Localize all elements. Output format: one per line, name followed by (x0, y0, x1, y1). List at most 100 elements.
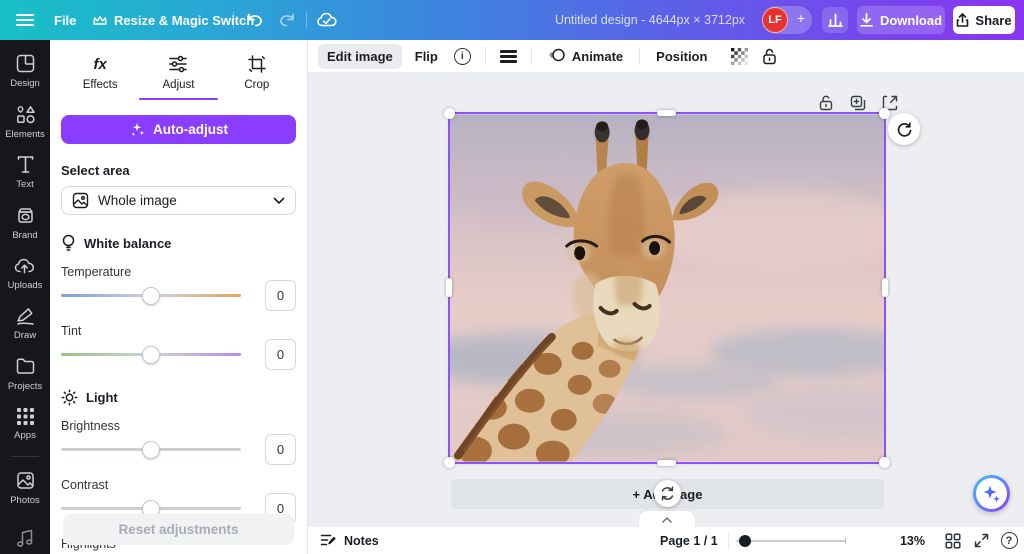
toolbar-divider (485, 47, 486, 65)
rotate-handle[interactable] (654, 480, 681, 507)
assistant-inner (976, 478, 1007, 509)
transparency-icon (731, 48, 748, 65)
resize-magic-switch-button[interactable]: Resize & Magic Switch (93, 0, 254, 40)
sidebar-item-projects[interactable]: Projects (0, 349, 50, 399)
resize-handle-bottom-left[interactable] (444, 457, 455, 468)
resize-handle-bottom[interactable] (657, 460, 676, 466)
white-balance-header: White balance (61, 234, 296, 252)
collapse-panel-tab[interactable] (639, 511, 695, 528)
sidebar-item-elements[interactable]: Elements (0, 96, 50, 146)
sidebar-item-draw[interactable]: Draw (0, 298, 50, 348)
brightness-value[interactable]: 0 (265, 434, 296, 465)
avatar[interactable]: LF (762, 7, 788, 33)
rotate-refresh-icon (896, 121, 913, 138)
add-member-button[interactable]: + (797, 10, 805, 26)
undo-button[interactable] (242, 8, 268, 32)
sidebar-item-audio[interactable] (0, 521, 50, 554)
sidebar-item-brand[interactable]: Brand (0, 197, 50, 247)
statusbar-divider (728, 532, 729, 549)
info-button[interactable]: i (447, 44, 478, 69)
grid-view-button[interactable] (942, 527, 964, 554)
magic-wand-icon (129, 122, 145, 138)
sidebar-item-text[interactable]: Text (0, 147, 50, 197)
tint-value[interactable]: 0 (265, 339, 296, 370)
resize-handle-bottom-right[interactable] (879, 457, 890, 468)
position-button[interactable]: Position (647, 44, 716, 69)
notes-button[interactable]: Notes (320, 527, 379, 554)
temperature-slider-handle[interactable] (142, 287, 160, 305)
selected-image-giraffe[interactable] (450, 114, 884, 462)
file-menu-button[interactable]: File (54, 0, 76, 40)
spacing-button[interactable] (493, 46, 524, 67)
regenerate-button[interactable] (888, 113, 920, 145)
panel-tabs: fx Effects Adjust Crop (61, 40, 296, 100)
sidebar-item-design[interactable]: Design (0, 46, 50, 96)
fullscreen-button[interactable] (970, 527, 992, 554)
canva-assistant-button[interactable] (973, 475, 1010, 512)
lock-button[interactable] (755, 44, 784, 69)
insights-button[interactable] (822, 7, 848, 33)
notes-icon (320, 533, 337, 548)
temperature-value[interactable]: 0 (265, 280, 296, 311)
resize-handle-top-left[interactable] (444, 108, 455, 119)
page-indicator[interactable]: Page 1 / 1 (660, 527, 718, 554)
select-area-label: Select area (61, 163, 296, 178)
download-button[interactable]: Download (857, 6, 945, 34)
resize-handle-top[interactable] (657, 110, 676, 116)
zoom-slider-knob[interactable] (739, 535, 751, 547)
brightness-slider-handle[interactable] (142, 441, 160, 459)
main-menu-button[interactable] (12, 8, 38, 32)
status-bar: Notes Page 1 / 1 13% ? (308, 527, 1024, 554)
resize-handle-left[interactable] (446, 278, 452, 297)
share-button[interactable]: Share (953, 6, 1015, 34)
brightness-row: 0 (61, 434, 296, 465)
toolbar-divider (531, 47, 532, 65)
undo-icon (246, 13, 264, 27)
canvas-area: Edit image Flip i Animate Position (308, 40, 1024, 554)
brand-icon (15, 205, 36, 226)
auto-adjust-button[interactable]: Auto-adjust (61, 115, 296, 144)
resize-handle-right[interactable] (882, 278, 888, 297)
reset-adjustments-button[interactable]: Reset adjustments (63, 514, 294, 545)
edit-image-button[interactable]: Edit image (318, 44, 402, 69)
light-sun-icon (61, 389, 78, 406)
topbar-divider (233, 12, 234, 28)
cloud-save-status-button[interactable] (314, 8, 340, 32)
help-button[interactable]: ? (998, 527, 1020, 554)
duplicate-button[interactable] (847, 92, 869, 114)
tint-slider-handle[interactable] (142, 346, 160, 364)
tab-effects[interactable]: fx Effects (61, 48, 139, 100)
toolbar-divider (639, 47, 640, 65)
sidebar-item-uploads[interactable]: Uploads (0, 248, 50, 298)
collaborators-group[interactable]: LF + (762, 6, 812, 34)
adjust-sliders-icon (168, 54, 188, 74)
apps-icon (16, 407, 35, 426)
object-panel-sidebar: Design Elements Text Brand Uploads Draw … (0, 40, 50, 554)
select-area-dropdown[interactable]: Whole image (61, 186, 296, 215)
animate-icon (548, 48, 566, 64)
image-icon (72, 192, 89, 209)
spacing-lines-icon (500, 50, 517, 63)
unlock-icon (819, 95, 833, 111)
flip-button[interactable]: Flip (406, 44, 447, 69)
transparency-button[interactable] (724, 44, 755, 69)
design-icon (15, 53, 36, 74)
music-note-icon (16, 528, 35, 548)
sidebar-item-photos[interactable]: Photos (0, 463, 50, 513)
brightness-slider[interactable] (61, 441, 241, 459)
document-title[interactable]: Untitled design - 4644px × 3712px (552, 0, 748, 40)
adjust-panel: fx Effects Adjust Crop Auto-adjust Selec… (50, 40, 308, 554)
zoom-level[interactable]: 13% (891, 527, 925, 554)
animate-button[interactable]: Animate (539, 43, 632, 69)
temperature-slider[interactable] (61, 287, 241, 305)
tint-row: 0 (61, 339, 296, 370)
sidebar-item-apps[interactable]: Apps (0, 399, 50, 449)
resize-handle-top-right[interactable] (879, 108, 890, 119)
redo-button[interactable] (274, 8, 300, 32)
tint-slider[interactable] (61, 346, 241, 364)
tab-crop[interactable]: Crop (218, 48, 296, 100)
unlock-button[interactable] (815, 92, 837, 114)
zoom-slider[interactable] (736, 527, 846, 554)
chevron-up-icon (662, 517, 672, 523)
tab-adjust[interactable]: Adjust (139, 48, 217, 100)
